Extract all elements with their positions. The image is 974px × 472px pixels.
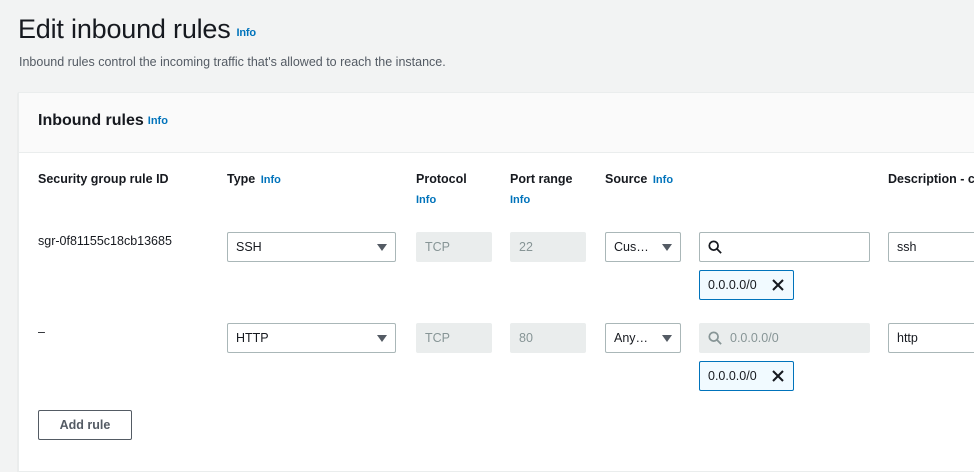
column-header-port-range: Port range Info	[510, 169, 573, 211]
column-header-port-range-label: Port range	[510, 172, 573, 186]
column-header-source-info-link[interactable]: Info	[653, 174, 673, 186]
column-header-type: Type Info	[227, 169, 281, 191]
close-icon[interactable]	[771, 369, 785, 383]
source-select[interactable]: Any…	[605, 323, 681, 353]
column-header-type-label: Type	[227, 172, 256, 186]
panel-title-info-link[interactable]: Info	[148, 115, 168, 127]
description-input[interactable]: http	[888, 323, 974, 353]
column-header-rule-id: Security group rule ID	[38, 172, 169, 186]
column-header-protocol: Protocol Info	[416, 169, 467, 211]
source-select-value: Cus…	[614, 240, 649, 254]
page-title-text: Edit inbound rules	[18, 14, 231, 44]
source-select-value: Any…	[614, 331, 649, 345]
column-header-description: Description - c	[888, 172, 974, 186]
column-header-source-label: Source	[605, 172, 648, 186]
page-description: Inbound rules control the incoming traff…	[19, 55, 446, 69]
source-cidr-search-input[interactable]	[699, 232, 870, 262]
type-select[interactable]: SSH	[227, 232, 396, 262]
search-icon	[708, 331, 722, 345]
type-select-value: HTTP	[236, 331, 269, 345]
page-title: Edit inbound rules Info	[18, 14, 256, 45]
panel-header: Inbound rules Info	[19, 93, 974, 153]
protocol-field: TCP	[416, 232, 492, 262]
cidr-token-label: 0.0.0.0/0	[708, 369, 757, 383]
column-header-protocol-label: Protocol	[416, 172, 467, 186]
caret-down-icon	[662, 335, 672, 342]
description-input[interactable]: ssh	[888, 232, 974, 262]
cidr-token: 0.0.0.0/0	[699, 270, 794, 300]
cidr-token: 0.0.0.0/0	[699, 361, 794, 391]
column-header-source: Source Info	[605, 169, 673, 191]
type-select-value: SSH	[236, 240, 262, 254]
panel-title: Inbound rules Info	[38, 112, 168, 130]
cidr-token-label: 0.0.0.0/0	[708, 278, 757, 292]
source-cidr-search-value: 0.0.0.0/0	[730, 331, 779, 345]
caret-down-icon	[377, 335, 387, 342]
page-title-info-link[interactable]: Info	[237, 27, 257, 39]
source-cidr-search-input: 0.0.0.0/0	[699, 323, 870, 353]
close-icon[interactable]	[771, 278, 785, 292]
column-header-type-info-link[interactable]: Info	[261, 174, 281, 186]
column-header-protocol-info-link[interactable]: Info	[416, 190, 467, 211]
inbound-rules-panel: Inbound rules Info Security group rule ID…	[18, 92, 974, 472]
port-range-field: 22	[510, 232, 586, 262]
rule-id: –	[38, 325, 45, 339]
panel-title-text: Inbound rules	[38, 112, 144, 129]
source-select[interactable]: Cus…	[605, 232, 681, 262]
caret-down-icon	[377, 244, 387, 251]
type-select[interactable]: HTTP	[227, 323, 396, 353]
port-range-field: 80	[510, 323, 586, 353]
rule-id: sgr-0f81155c18cb13685	[38, 234, 172, 248]
column-header-port-range-info-link[interactable]: Info	[510, 190, 573, 211]
add-rule-button[interactable]: Add rule	[38, 410, 132, 440]
search-icon	[708, 240, 722, 254]
protocol-field: TCP	[416, 323, 492, 353]
caret-down-icon	[662, 244, 672, 251]
